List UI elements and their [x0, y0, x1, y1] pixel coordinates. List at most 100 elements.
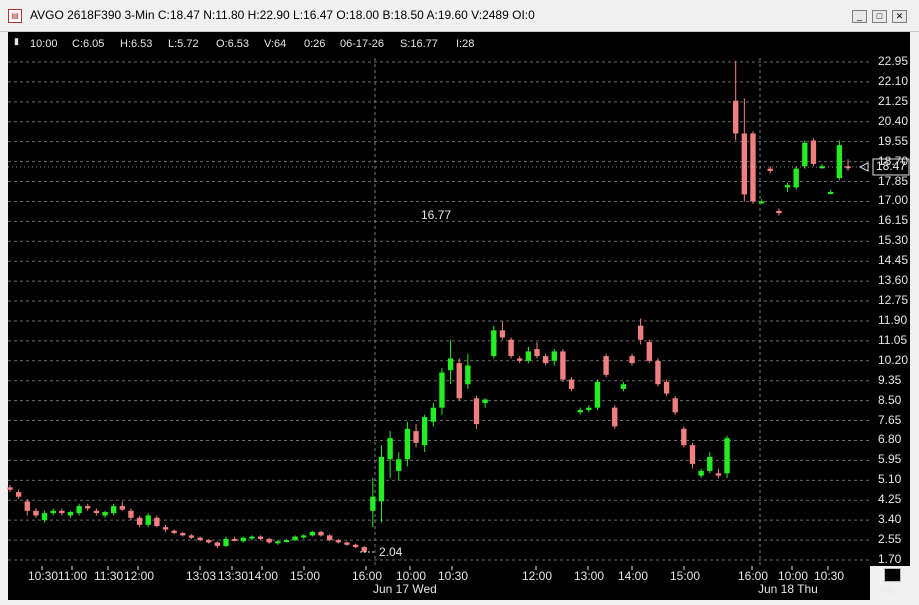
- candle-body: [542, 356, 549, 364]
- candle-body: [396, 459, 402, 471]
- candle-body: [439, 372, 445, 408]
- candle-body: [24, 501, 30, 511]
- candle-body: [612, 407, 618, 427]
- candle-body: [560, 351, 566, 380]
- y-tick-label: 11.05: [878, 332, 908, 347]
- y-tick-label: 11.90: [878, 312, 908, 327]
- candle-body: [508, 339, 514, 357]
- y-tick-label: 17.85: [878, 173, 909, 188]
- x-tick-label: 10:00: [778, 569, 809, 583]
- last-price-label: 18.47: [876, 158, 907, 173]
- y-tick-label: 9.35: [878, 372, 902, 387]
- candle-body: [110, 506, 117, 514]
- y-tick-label: 7.65: [878, 412, 902, 427]
- candle-body: [422, 417, 428, 446]
- candle-body: [689, 445, 696, 464]
- candle-body: [430, 407, 436, 422]
- candle-body: [102, 511, 108, 516]
- candle-body: [663, 381, 670, 394]
- candle-body: [637, 325, 644, 340]
- y-tick-label: 16.15: [878, 213, 909, 228]
- candle-body: [206, 540, 212, 543]
- candle-body: [309, 531, 316, 536]
- y-tick-label: 6.80: [878, 432, 902, 447]
- y-tick-label: 5.10: [878, 472, 902, 487]
- candle-body: [197, 537, 203, 541]
- candle-body: [758, 201, 765, 204]
- candle-body: [551, 351, 557, 361]
- candle-body: [707, 456, 713, 471]
- x-tick-label: 15:00: [670, 569, 701, 583]
- spot-value-annotation: 16.77: [421, 208, 452, 222]
- candle-body: [162, 527, 169, 530]
- candle-body: [741, 133, 748, 195]
- day-label: Jun 18 Thu: [758, 582, 818, 596]
- y-tick-label: 20.40: [878, 113, 909, 128]
- candle-body: [231, 538, 238, 541]
- candle-body: [482, 399, 488, 403]
- candle-body: [33, 510, 39, 516]
- x-tick-label: 10:30: [28, 569, 59, 583]
- candle-body: [465, 365, 471, 385]
- low-value-annotation: 2.04: [379, 545, 403, 560]
- candle-body: [50, 510, 56, 514]
- y-tick-label: 17.00: [878, 193, 909, 208]
- candle-body: [586, 407, 592, 411]
- x-tick-label: 16:00: [352, 569, 383, 583]
- candle-body: [136, 517, 143, 525]
- candle-body: [93, 510, 100, 514]
- day-label: Jun 17 Wed: [373, 582, 437, 596]
- candle-body: [335, 540, 341, 543]
- candle-body: [378, 456, 385, 502]
- y-tick-label: 5.95: [878, 452, 902, 467]
- candle-body: [171, 530, 177, 534]
- y-tick-label: 15.30: [878, 233, 909, 248]
- y-tick-label: 21.25: [878, 93, 909, 108]
- candle-body: [59, 510, 65, 514]
- x-tick-label: 11:30: [94, 569, 124, 583]
- x-tick-label: 13:03: [186, 569, 217, 583]
- x-tick-label: 15:00: [290, 569, 321, 583]
- candle-body: [456, 363, 462, 399]
- y-tick-label: 22.10: [878, 73, 909, 88]
- candle-body: [318, 531, 324, 536]
- candle-body: [447, 358, 454, 371]
- candle-body: [672, 398, 678, 413]
- candle-body: [249, 536, 255, 539]
- y-tick-label: 14.45: [878, 253, 909, 268]
- candle-body: [620, 384, 627, 389]
- y-tick-label: 12.75: [878, 293, 909, 308]
- candle-body: [698, 470, 704, 476]
- candle-body: [767, 168, 773, 171]
- candle-body: [67, 511, 74, 516]
- candle-body: [681, 428, 687, 446]
- candle-body: [577, 410, 583, 413]
- x-tick-label: 13:00: [574, 569, 605, 583]
- candle-body: [76, 506, 82, 514]
- candle-body: [275, 541, 281, 544]
- candle-body: [240, 537, 246, 542]
- x-tick-label: 16:00: [738, 569, 769, 583]
- x-tick-label: 14:00: [618, 569, 649, 583]
- candle-body: [326, 535, 333, 541]
- candle-body: [214, 542, 221, 546]
- candle-body: [292, 536, 298, 541]
- y-tick-label: 13.60: [878, 273, 909, 288]
- candle-body: [836, 145, 843, 179]
- candle-body: [413, 431, 419, 443]
- y-tick-label: 4.25: [878, 492, 902, 507]
- candle-body: [128, 510, 134, 518]
- candle-body: [802, 142, 808, 167]
- candle-body: [361, 547, 367, 552]
- candle-body: [534, 349, 540, 357]
- candle-body: [266, 538, 272, 543]
- x-tick-label: 13:30: [218, 569, 249, 583]
- candle-body: [776, 210, 782, 214]
- candle-body: [15, 492, 22, 497]
- candle-body: [793, 168, 799, 188]
- y-tick-label: 3.40: [878, 512, 902, 527]
- candle-body: [85, 506, 91, 509]
- candle-body: [646, 342, 652, 361]
- candle-body: [568, 379, 575, 389]
- candle-body: [517, 358, 523, 361]
